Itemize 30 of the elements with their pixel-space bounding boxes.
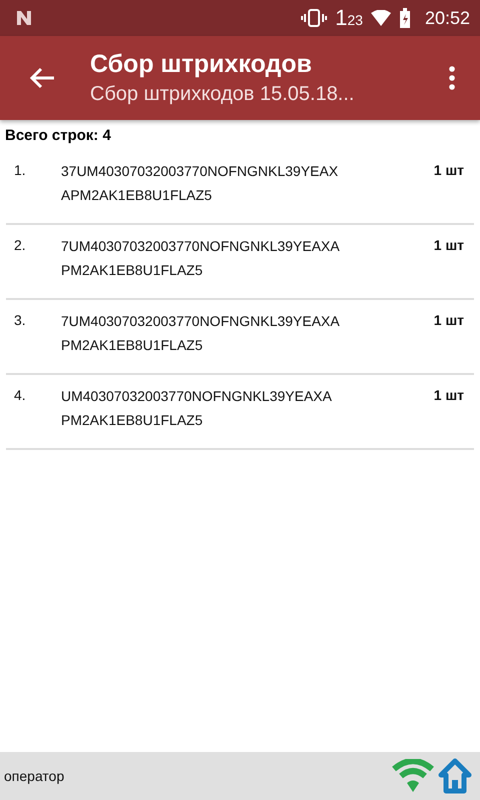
row-number: 3. [14,312,27,330]
home-icon[interactable] [438,758,472,794]
screen-title: Сбор штрихкодов [90,49,313,80]
wifi-icon [370,10,391,26]
barcode-row[interactable]: 3. 7UM40307032003770NOFNGNKL39YEAXA PM2AK1EB8U1FLAZ5 1 шт [6,300,474,375]
quantity: 1 шт [434,312,464,330]
barcode-row[interactable]: 1. 37UM40307032003770NOFNGNKL39YEAX APM2AK1EB8U1FLAZ5 1 шт [6,150,474,225]
status-number: 123 [335,5,363,31]
barcode-row[interactable]: 4. UM40307032003770NOFNGNKL39YEAXA PM2AK1EB8U1FLAZ5 1 шт [6,375,474,450]
screen-subtitle: Сбор штрихкодов 15.05.18... [90,82,356,107]
clock: 20:52 [424,8,470,28]
quantity: 1 шт [434,387,464,405]
notification-icon [16,10,32,26]
more-icon [449,66,455,90]
barcode-text: 37UM40307032003770NOFNGNKL39YEAX APM2AK1EB8U1FLAZ5 [61,162,340,205]
battery-icon [398,8,411,28]
row-count: Всего строк: 4 [4,126,112,146]
wifi-icon [392,759,434,793]
barcode-text: UM40307032003770NOFNGNKL39YEAXA PM2AK1EB8U1FLAZ5 [61,387,333,430]
row-number: 2. [14,237,27,255]
vibrate-icon [301,9,328,27]
barcode-row[interactable]: 2. 7UM40307032003770NOFNGNKL39YEAXA PM2AK1EB8U1FLAZ5 1 шт [6,225,474,300]
row-number: 1. [14,162,27,180]
back-arrow-icon [29,67,55,89]
barcode-text: 7UM40307032003770NOFNGNKL39YEAXA PM2AK1EB8U1FLAZ5 [61,237,341,280]
barcode-text: 7UM40307032003770NOFNGNKL39YEAXA PM2AK1EB8U1FLAZ5 [61,312,341,355]
row-number: 4. [14,387,27,405]
quantity: 1 шт [434,162,464,180]
user-label: оператор [4,768,64,784]
quantity: 1 шт [434,237,464,255]
